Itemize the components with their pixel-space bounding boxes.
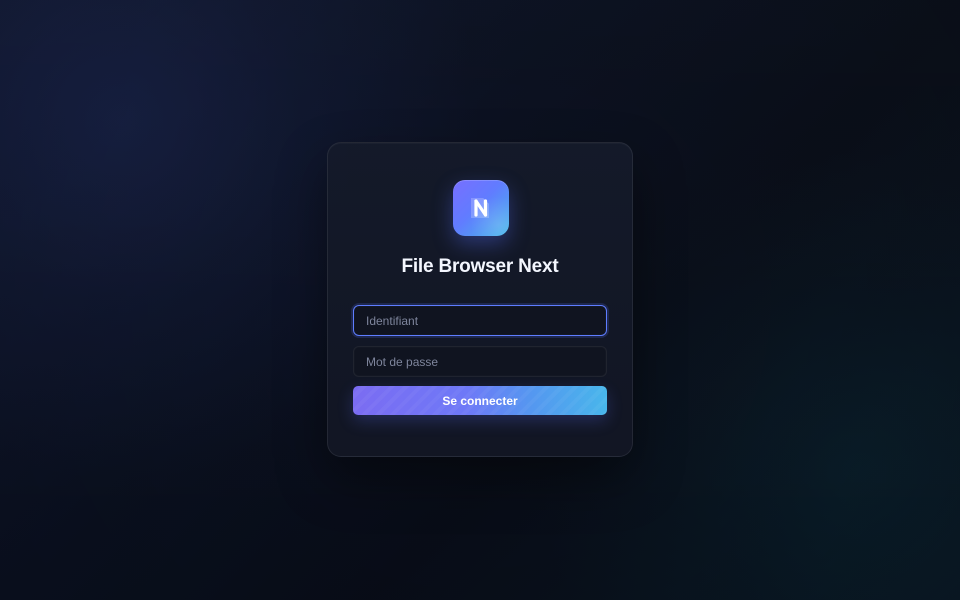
password-input[interactable] [353, 346, 607, 377]
app-title: File Browser Next [401, 256, 559, 277]
file-browser-next-logo-icon [471, 198, 489, 218]
login-card: File Browser Next Se connecter [327, 142, 633, 457]
login-button[interactable]: Se connecter [353, 386, 607, 415]
login-button-label: Se connecter [442, 394, 518, 408]
username-input[interactable] [353, 305, 607, 336]
app-logo [453, 180, 509, 236]
